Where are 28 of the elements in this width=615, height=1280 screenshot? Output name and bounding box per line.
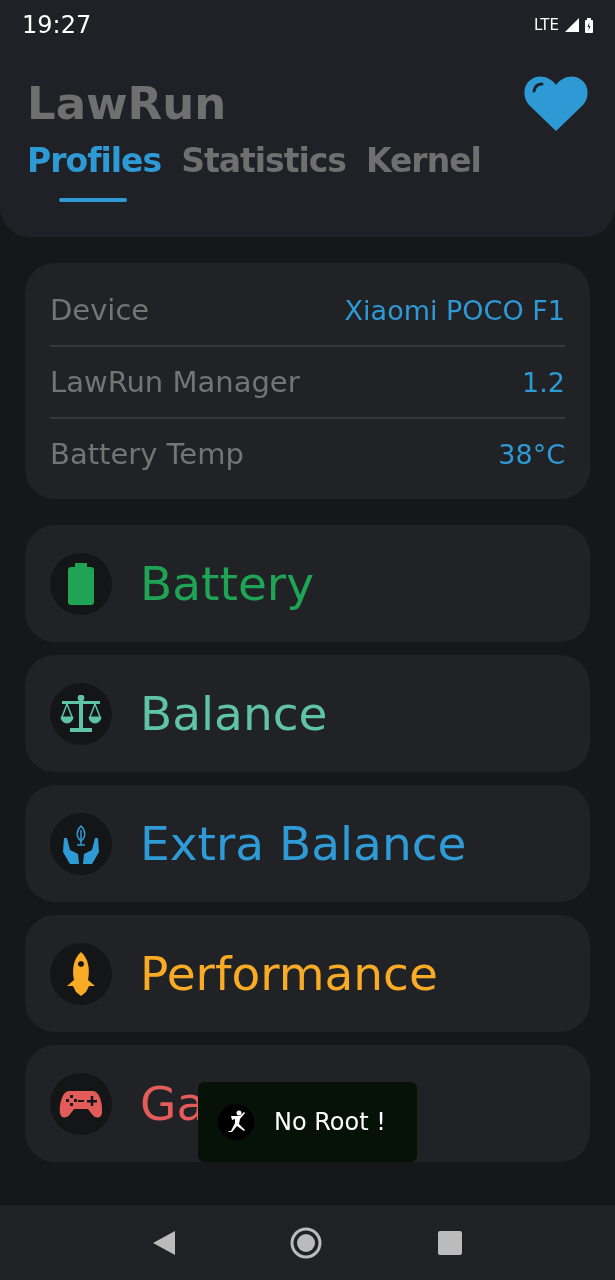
- profile-name: Balance: [140, 686, 328, 741]
- info-value: 1.2: [522, 366, 565, 398]
- recents-icon[interactable]: [438, 1230, 463, 1255]
- info-label: Device: [50, 293, 150, 327]
- heart-icon[interactable]: [524, 75, 588, 131]
- status-time: 19:27: [22, 11, 92, 39]
- profile-card[interactable]: Battery: [25, 525, 590, 642]
- profile-name: Extra Balance: [140, 816, 467, 871]
- battery-icon: [585, 17, 593, 33]
- profile-card[interactable]: Balance: [25, 655, 590, 772]
- back-icon[interactable]: [152, 1230, 175, 1255]
- profile-card[interactable]: Extra Balance: [25, 785, 590, 902]
- info-label: LawRun Manager: [50, 365, 300, 399]
- profile-name: Performance: [140, 946, 438, 1001]
- signal-icon: [565, 18, 579, 32]
- profile-name: Battery: [140, 556, 314, 611]
- tab[interactable]: Profiles: [27, 141, 162, 202]
- toast-text: No Root !: [274, 1108, 386, 1136]
- info-value: 38°C: [498, 438, 565, 470]
- network-type: LTE: [534, 16, 559, 34]
- tab[interactable]: Kernel: [366, 141, 481, 202]
- running-figure-icon: [218, 1104, 254, 1140]
- info-label: Battery Temp: [50, 437, 244, 471]
- profile-card[interactable]: Performance: [25, 915, 590, 1032]
- info-value: Xiaomi POCO F1: [344, 294, 565, 326]
- home-icon[interactable]: [290, 1226, 323, 1259]
- tab[interactable]: Statistics: [181, 141, 346, 202]
- app-title: LawRun: [27, 76, 227, 130]
